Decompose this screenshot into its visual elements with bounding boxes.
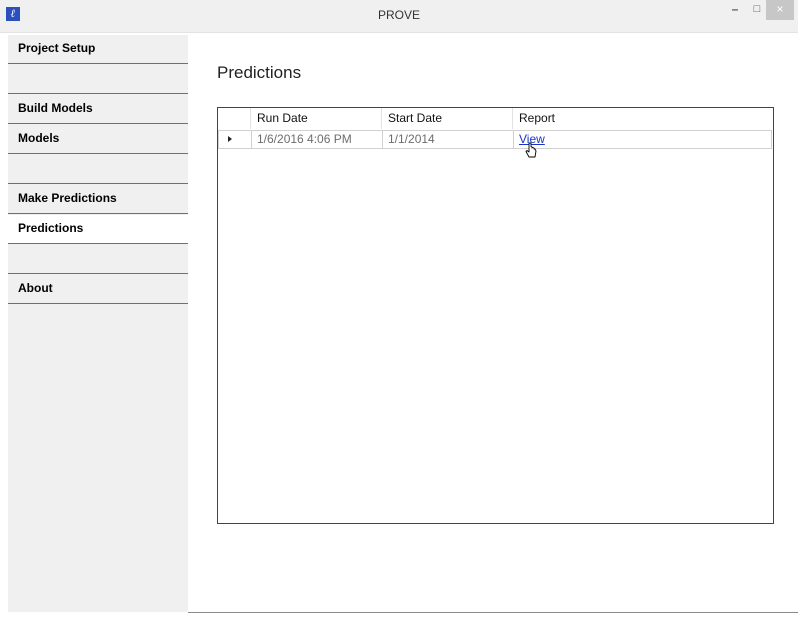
sidebar-item-project-setup[interactable]: Project Setup (8, 35, 188, 64)
page-title: Predictions (217, 63, 302, 82)
sidebar-item-about[interactable]: About (8, 275, 188, 304)
bottom-divider (188, 612, 798, 613)
sidebar: Project Setup Build Models Models Make P… (8, 35, 188, 612)
current-row-arrow-icon (219, 131, 252, 148)
column-header-start-date[interactable]: Start Date (382, 108, 513, 129)
minimize-button[interactable]: – (724, 0, 746, 20)
table-row[interactable]: 1/6/2016 4:06 PM 1/1/2014 View (218, 130, 772, 149)
grid-header: Run Date Start Date Report (218, 108, 773, 129)
title-bar: ℓ PROVE – □ × (0, 0, 798, 33)
sidebar-divider (8, 65, 188, 94)
cell-report[interactable]: View (514, 131, 772, 148)
maximize-button[interactable]: □ (746, 0, 768, 20)
sidebar-item-models[interactable]: Models (8, 125, 188, 154)
sidebar-divider (8, 155, 188, 184)
column-header-run-date[interactable]: Run Date (251, 108, 382, 129)
sidebar-item-predictions[interactable]: Predictions (8, 215, 188, 244)
cell-run-date[interactable]: 1/6/2016 4:06 PM (252, 131, 383, 148)
predictions-grid[interactable]: Run Date Start Date Report 1/6/2016 4:06… (217, 107, 774, 524)
window-title: PROVE (377, 8, 420, 22)
row-header-corner (218, 108, 251, 129)
sidebar-item-make-predictions[interactable]: Make Predictions (8, 185, 188, 214)
cell-start-date[interactable]: 1/1/2014 (383, 131, 514, 148)
sidebar-item-build-models[interactable]: Build Models (8, 95, 188, 124)
close-button[interactable]: × (766, 0, 794, 20)
sidebar-divider (8, 245, 188, 274)
hand-cursor-icon (525, 142, 537, 158)
column-header-report[interactable]: Report (513, 108, 773, 129)
